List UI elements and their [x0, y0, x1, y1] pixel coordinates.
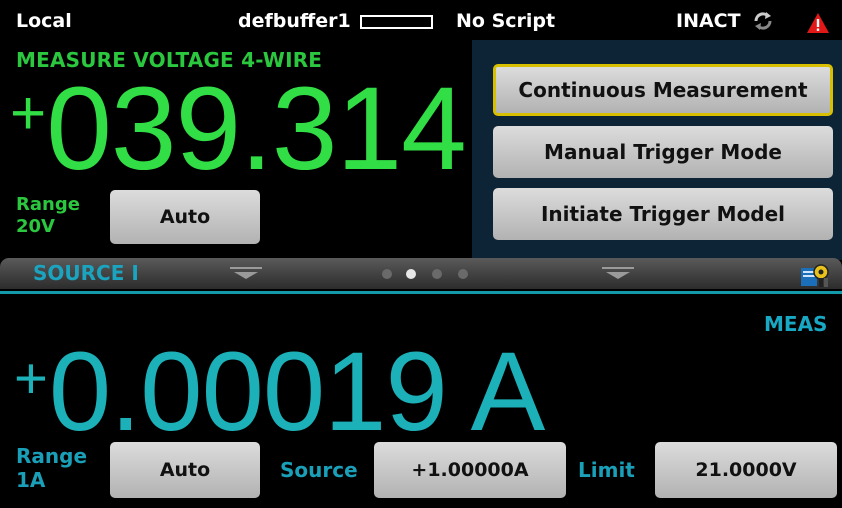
- source-panel: MEAS +0.00019 A Range 1A Auto Source +1.…: [0, 296, 842, 508]
- page-dot-2[interactable]: [406, 269, 416, 279]
- page-dot-4[interactable]: [458, 269, 468, 279]
- measure-range-button[interactable]: Auto: [110, 190, 260, 244]
- script-indicator[interactable]: No Script: [456, 10, 555, 32]
- trigger-idle-icon[interactable]: [752, 10, 774, 32]
- swipe-handle-left-icon[interactable]: [230, 266, 262, 280]
- remote-mode-indicator[interactable]: Local: [16, 10, 72, 32]
- trigger-state-indicator[interactable]: INACT: [676, 10, 741, 32]
- warning-icon[interactable]: [806, 12, 830, 34]
- active-buffer-label[interactable]: defbuffer1: [238, 10, 351, 32]
- status-bar: Local defbuffer1 No Script INACT: [0, 0, 842, 40]
- measure-range-value: 20V: [16, 216, 55, 237]
- measure-range-title: Range: [16, 194, 80, 215]
- source-range-title: Range: [16, 444, 88, 468]
- initiate-trigger-model-button[interactable]: Initiate Trigger Model: [493, 188, 833, 240]
- measure-reading-sign: +: [10, 79, 46, 148]
- swipe-bar[interactable]: SOURCE I: [0, 258, 842, 295]
- manual-trigger-mode-button[interactable]: Manual Trigger Mode: [493, 126, 833, 178]
- source-reading: +0.00019 A: [14, 336, 545, 448]
- source-limit-button[interactable]: 21.0000V: [655, 442, 837, 498]
- source-level-button[interactable]: +1.00000A: [374, 442, 566, 498]
- swipe-handle-right-icon[interactable]: [602, 266, 634, 280]
- swipe-divider-line: [0, 291, 842, 294]
- swipe-title: SOURCE I: [33, 261, 139, 285]
- source-reading-value: 0.00019 A: [48, 329, 545, 454]
- source-range-label: Range 1A: [16, 444, 87, 492]
- swipe-settings-icon[interactable]: [800, 260, 830, 288]
- trigger-mode-menu: Continuous Measurement Manual Trigger Mo…: [472, 40, 842, 260]
- buffer-fill-indicator[interactable]: [360, 15, 433, 29]
- measure-reading-value: 039.314: [46, 63, 467, 195]
- source-level-label: Source: [280, 458, 358, 482]
- measure-reading: +039.314: [10, 70, 467, 188]
- source-limit-label: Limit: [578, 458, 635, 482]
- continuous-measurement-button[interactable]: Continuous Measurement: [493, 64, 833, 116]
- source-range-button[interactable]: Auto: [110, 442, 260, 498]
- source-range-value: 1A: [16, 468, 46, 492]
- page-dot-1[interactable]: [382, 269, 392, 279]
- source-reading-sign: +: [14, 346, 48, 411]
- page-dot-3[interactable]: [432, 269, 442, 279]
- measure-range-label: Range 20V: [16, 194, 80, 238]
- measure-indicator: MEAS: [764, 312, 828, 336]
